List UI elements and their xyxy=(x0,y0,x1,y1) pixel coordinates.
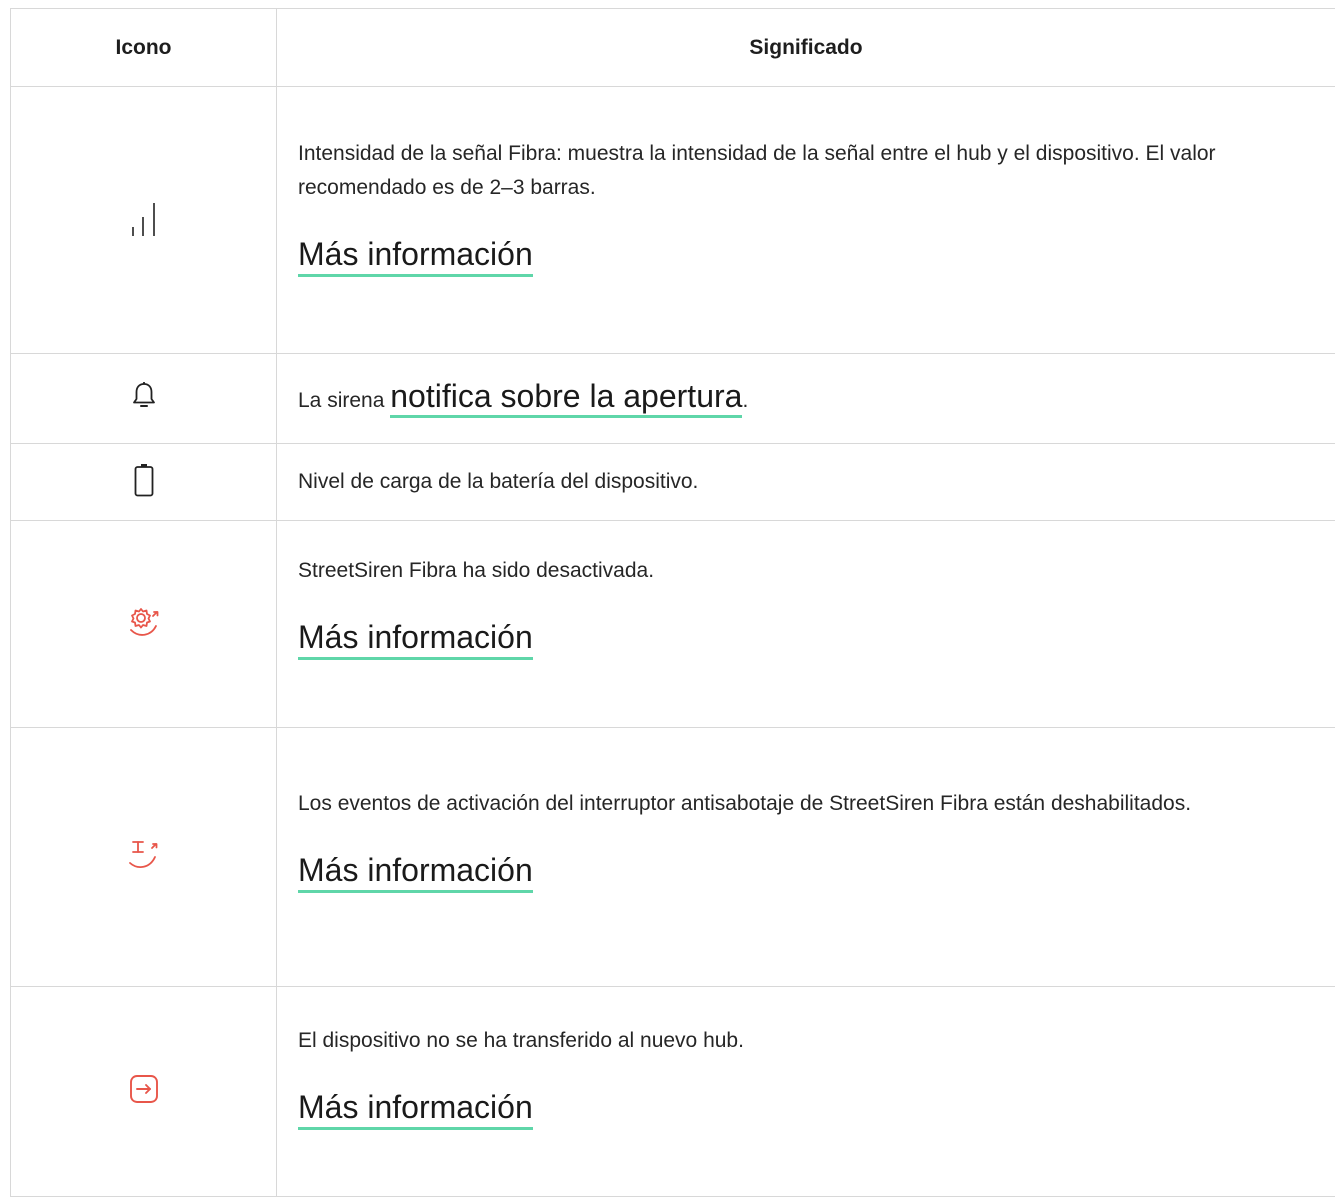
meaning-cell: Los eventos de activación del interrupto… xyxy=(277,728,1335,987)
tamper-disabled-icon xyxy=(127,839,161,876)
column-header-icon: Icono xyxy=(11,9,277,87)
more-info-link[interactable]: Más información xyxy=(298,851,533,893)
icon-meaning-table: Icono Significado Intensidad de xyxy=(10,8,1335,1197)
siren-text-prefix: La sirena xyxy=(298,389,390,412)
icon-meaning-table-container: Icono Significado Intensidad de xyxy=(10,8,1335,1197)
more-info-link[interactable]: Más información xyxy=(298,235,533,277)
row-description: StreetSiren Fibra ha sido desactivada. xyxy=(298,554,1315,588)
signal-strength-icon xyxy=(130,200,158,241)
icon-cell xyxy=(11,354,277,444)
notifies-on-opening-link[interactable]: notifica sobre la apertura xyxy=(390,378,742,418)
icon-cell xyxy=(11,521,277,728)
table-row: La sirena notifica sobre la apertura. xyxy=(11,354,1335,444)
battery-icon xyxy=(134,463,154,502)
meaning-cell: La sirena notifica sobre la apertura. xyxy=(277,354,1335,444)
meaning-cell: StreetSiren Fibra ha sido desactivada. M… xyxy=(277,521,1335,728)
table-row: Intensidad de la señal Fibra: muestra la… xyxy=(11,87,1335,354)
table-row: El dispositivo no se ha transferido al n… xyxy=(11,987,1335,1197)
table-row: Los eventos de activación del interrupto… xyxy=(11,728,1335,987)
row-description: El dispositivo no se ha transferido al n… xyxy=(298,1024,1315,1058)
transfer-arrow-icon xyxy=(129,1074,159,1109)
row-description: Nivel de carga de la batería del disposi… xyxy=(298,465,1315,499)
column-header-meaning: Significado xyxy=(277,9,1335,87)
meaning-cell: Intensidad de la señal Fibra: muestra la… xyxy=(277,87,1335,354)
more-info-link[interactable]: Más información xyxy=(298,618,533,660)
icon-cell xyxy=(11,87,277,354)
gear-deactivated-icon xyxy=(127,606,161,643)
row-description: Los eventos de activación del interrupto… xyxy=(298,787,1315,821)
bell-icon xyxy=(132,381,156,416)
icon-cell xyxy=(11,728,277,987)
icon-cell xyxy=(11,987,277,1197)
meaning-cell: El dispositivo no se ha transferido al n… xyxy=(277,987,1335,1197)
siren-text-suffix: . xyxy=(742,389,748,412)
table-row: Nivel de carga de la batería del disposi… xyxy=(11,444,1335,521)
table-header-row: Icono Significado xyxy=(11,9,1335,87)
table-row: StreetSiren Fibra ha sido desactivada. M… xyxy=(11,521,1335,728)
more-info-link[interactable]: Más información xyxy=(298,1088,533,1130)
meaning-cell: Nivel de carga de la batería del disposi… xyxy=(277,444,1335,521)
icon-cell xyxy=(11,444,277,521)
row-description: Intensidad de la señal Fibra: muestra la… xyxy=(298,137,1315,205)
